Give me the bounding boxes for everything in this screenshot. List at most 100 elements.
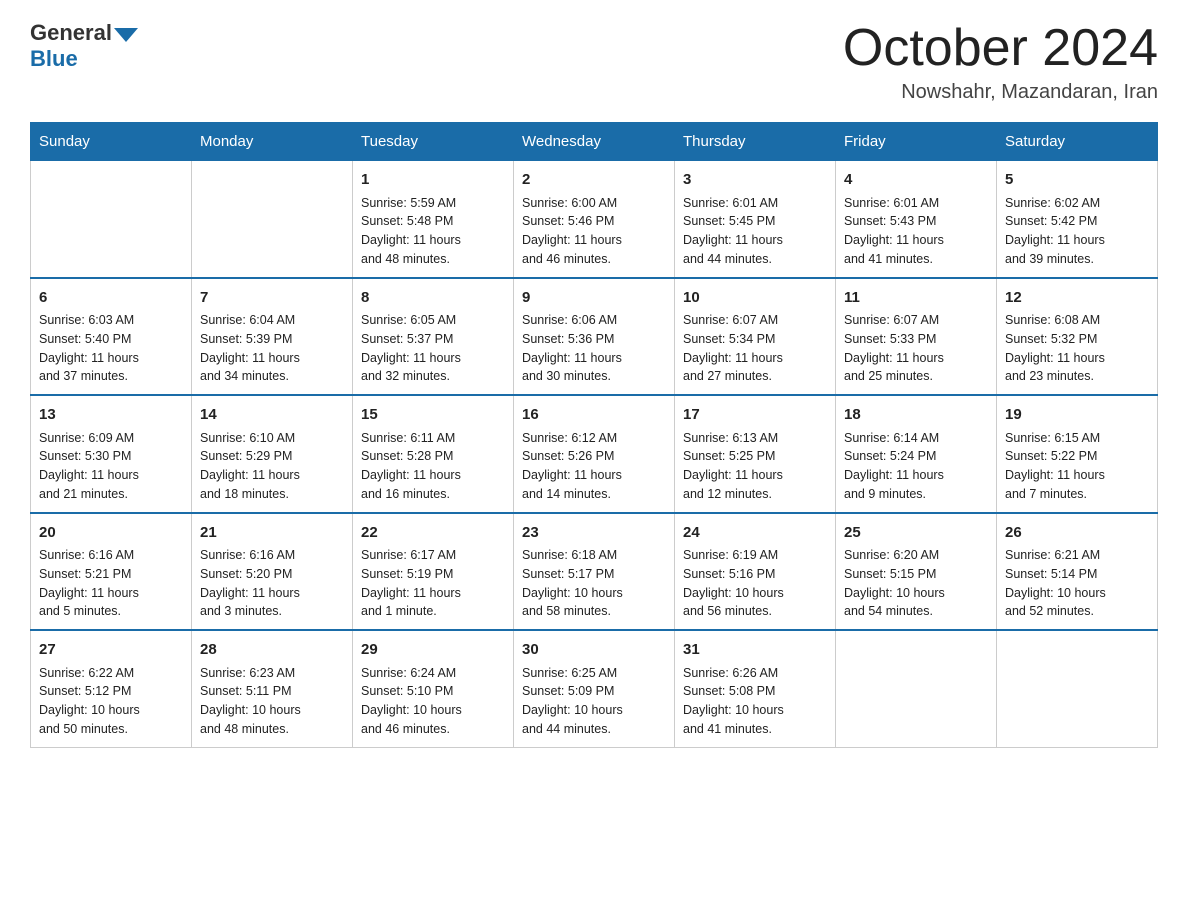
day-number: 16	[522, 404, 666, 427]
calendar-cell: 21Sunrise: 6:16 AMSunset: 5:20 PMDayligh…	[192, 513, 353, 631]
location-text: Nowshahr, Mazandaran, Iran	[843, 81, 1158, 104]
day-info: Sunrise: 6:07 AMSunset: 5:34 PMDaylight:…	[683, 311, 827, 386]
calendar-cell: 1Sunrise: 5:59 AMSunset: 5:48 PMDaylight…	[353, 161, 514, 278]
day-number: 25	[844, 522, 988, 545]
day-info: Sunrise: 6:10 AMSunset: 5:29 PMDaylight:…	[200, 429, 344, 504]
calendar-cell: 11Sunrise: 6:07 AMSunset: 5:33 PMDayligh…	[836, 278, 997, 396]
day-info: Sunrise: 6:12 AMSunset: 5:26 PMDaylight:…	[522, 429, 666, 504]
day-number: 4	[844, 169, 988, 192]
logo: General Blue	[30, 20, 138, 72]
calendar-cell: 24Sunrise: 6:19 AMSunset: 5:16 PMDayligh…	[675, 513, 836, 631]
day-info: Sunrise: 6:00 AMSunset: 5:46 PMDaylight:…	[522, 194, 666, 269]
logo-arrow-icon	[114, 28, 138, 42]
calendar-cell: 25Sunrise: 6:20 AMSunset: 5:15 PMDayligh…	[836, 513, 997, 631]
day-number: 3	[683, 169, 827, 192]
day-info: Sunrise: 6:05 AMSunset: 5:37 PMDaylight:…	[361, 311, 505, 386]
day-info: Sunrise: 6:14 AMSunset: 5:24 PMDaylight:…	[844, 429, 988, 504]
weekday-header-row: SundayMondayTuesdayWednesdayThursdayFrid…	[31, 123, 1158, 161]
day-info: Sunrise: 6:16 AMSunset: 5:20 PMDaylight:…	[200, 546, 344, 621]
day-number: 31	[683, 639, 827, 662]
day-info: Sunrise: 6:17 AMSunset: 5:19 PMDaylight:…	[361, 546, 505, 621]
calendar-week-row: 1Sunrise: 5:59 AMSunset: 5:48 PMDaylight…	[31, 161, 1158, 278]
calendar-cell: 18Sunrise: 6:14 AMSunset: 5:24 PMDayligh…	[836, 395, 997, 513]
calendar-cell	[997, 630, 1158, 747]
day-info: Sunrise: 6:01 AMSunset: 5:43 PMDaylight:…	[844, 194, 988, 269]
day-info: Sunrise: 6:04 AMSunset: 5:39 PMDaylight:…	[200, 311, 344, 386]
day-number: 27	[39, 639, 183, 662]
calendar-cell: 7Sunrise: 6:04 AMSunset: 5:39 PMDaylight…	[192, 278, 353, 396]
day-number: 20	[39, 522, 183, 545]
calendar-cell: 31Sunrise: 6:26 AMSunset: 5:08 PMDayligh…	[675, 630, 836, 747]
day-number: 21	[200, 522, 344, 545]
day-info: Sunrise: 5:59 AMSunset: 5:48 PMDaylight:…	[361, 194, 505, 269]
calendar-cell: 29Sunrise: 6:24 AMSunset: 5:10 PMDayligh…	[353, 630, 514, 747]
calendar-week-row: 20Sunrise: 6:16 AMSunset: 5:21 PMDayligh…	[31, 513, 1158, 631]
day-number: 14	[200, 404, 344, 427]
calendar-cell: 3Sunrise: 6:01 AMSunset: 5:45 PMDaylight…	[675, 161, 836, 278]
day-info: Sunrise: 6:03 AMSunset: 5:40 PMDaylight:…	[39, 311, 183, 386]
calendar-week-row: 6Sunrise: 6:03 AMSunset: 5:40 PMDaylight…	[31, 278, 1158, 396]
calendar-cell: 2Sunrise: 6:00 AMSunset: 5:46 PMDaylight…	[514, 161, 675, 278]
calendar-week-row: 13Sunrise: 6:09 AMSunset: 5:30 PMDayligh…	[31, 395, 1158, 513]
day-number: 28	[200, 639, 344, 662]
day-info: Sunrise: 6:09 AMSunset: 5:30 PMDaylight:…	[39, 429, 183, 504]
day-info: Sunrise: 6:24 AMSunset: 5:10 PMDaylight:…	[361, 664, 505, 739]
day-number: 30	[522, 639, 666, 662]
month-title: October 2024	[843, 20, 1158, 77]
day-number: 13	[39, 404, 183, 427]
weekday-header-monday: Monday	[192, 123, 353, 161]
day-number: 19	[1005, 404, 1149, 427]
calendar-cell: 13Sunrise: 6:09 AMSunset: 5:30 PMDayligh…	[31, 395, 192, 513]
day-number: 7	[200, 287, 344, 310]
day-info: Sunrise: 6:23 AMSunset: 5:11 PMDaylight:…	[200, 664, 344, 739]
day-info: Sunrise: 6:22 AMSunset: 5:12 PMDaylight:…	[39, 664, 183, 739]
logo-general-text: General	[30, 20, 112, 46]
day-number: 26	[1005, 522, 1149, 545]
calendar-cell: 6Sunrise: 6:03 AMSunset: 5:40 PMDaylight…	[31, 278, 192, 396]
day-number: 9	[522, 287, 666, 310]
weekday-header-thursday: Thursday	[675, 123, 836, 161]
day-info: Sunrise: 6:21 AMSunset: 5:14 PMDaylight:…	[1005, 546, 1149, 621]
calendar-cell: 17Sunrise: 6:13 AMSunset: 5:25 PMDayligh…	[675, 395, 836, 513]
calendar-cell: 28Sunrise: 6:23 AMSunset: 5:11 PMDayligh…	[192, 630, 353, 747]
day-info: Sunrise: 6:01 AMSunset: 5:45 PMDaylight:…	[683, 194, 827, 269]
weekday-header-tuesday: Tuesday	[353, 123, 514, 161]
day-number: 2	[522, 169, 666, 192]
day-number: 1	[361, 169, 505, 192]
day-info: Sunrise: 6:06 AMSunset: 5:36 PMDaylight:…	[522, 311, 666, 386]
day-number: 24	[683, 522, 827, 545]
page-header: General Blue October 2024 Nowshahr, Maza…	[30, 20, 1158, 104]
weekday-header-friday: Friday	[836, 123, 997, 161]
title-block: October 2024 Nowshahr, Mazandaran, Iran	[843, 20, 1158, 104]
day-info: Sunrise: 6:11 AMSunset: 5:28 PMDaylight:…	[361, 429, 505, 504]
calendar-cell: 10Sunrise: 6:07 AMSunset: 5:34 PMDayligh…	[675, 278, 836, 396]
day-info: Sunrise: 6:16 AMSunset: 5:21 PMDaylight:…	[39, 546, 183, 621]
calendar-cell: 12Sunrise: 6:08 AMSunset: 5:32 PMDayligh…	[997, 278, 1158, 396]
calendar-cell	[836, 630, 997, 747]
calendar-cell: 19Sunrise: 6:15 AMSunset: 5:22 PMDayligh…	[997, 395, 1158, 513]
day-info: Sunrise: 6:13 AMSunset: 5:25 PMDaylight:…	[683, 429, 827, 504]
calendar-cell: 9Sunrise: 6:06 AMSunset: 5:36 PMDaylight…	[514, 278, 675, 396]
day-number: 23	[522, 522, 666, 545]
calendar-cell: 23Sunrise: 6:18 AMSunset: 5:17 PMDayligh…	[514, 513, 675, 631]
day-info: Sunrise: 6:20 AMSunset: 5:15 PMDaylight:…	[844, 546, 988, 621]
calendar-week-row: 27Sunrise: 6:22 AMSunset: 5:12 PMDayligh…	[31, 630, 1158, 747]
calendar-cell: 16Sunrise: 6:12 AMSunset: 5:26 PMDayligh…	[514, 395, 675, 513]
calendar-cell: 30Sunrise: 6:25 AMSunset: 5:09 PMDayligh…	[514, 630, 675, 747]
day-number: 18	[844, 404, 988, 427]
day-info: Sunrise: 6:26 AMSunset: 5:08 PMDaylight:…	[683, 664, 827, 739]
calendar-cell: 22Sunrise: 6:17 AMSunset: 5:19 PMDayligh…	[353, 513, 514, 631]
weekday-header-sunday: Sunday	[31, 123, 192, 161]
calendar-cell: 8Sunrise: 6:05 AMSunset: 5:37 PMDaylight…	[353, 278, 514, 396]
day-info: Sunrise: 6:15 AMSunset: 5:22 PMDaylight:…	[1005, 429, 1149, 504]
day-number: 15	[361, 404, 505, 427]
day-number: 10	[683, 287, 827, 310]
calendar-cell: 26Sunrise: 6:21 AMSunset: 5:14 PMDayligh…	[997, 513, 1158, 631]
logo-blue-text: Blue	[30, 46, 138, 72]
day-info: Sunrise: 6:19 AMSunset: 5:16 PMDaylight:…	[683, 546, 827, 621]
day-info: Sunrise: 6:07 AMSunset: 5:33 PMDaylight:…	[844, 311, 988, 386]
day-info: Sunrise: 6:02 AMSunset: 5:42 PMDaylight:…	[1005, 194, 1149, 269]
calendar-cell: 4Sunrise: 6:01 AMSunset: 5:43 PMDaylight…	[836, 161, 997, 278]
calendar-cell	[192, 161, 353, 278]
weekday-header-wednesday: Wednesday	[514, 123, 675, 161]
